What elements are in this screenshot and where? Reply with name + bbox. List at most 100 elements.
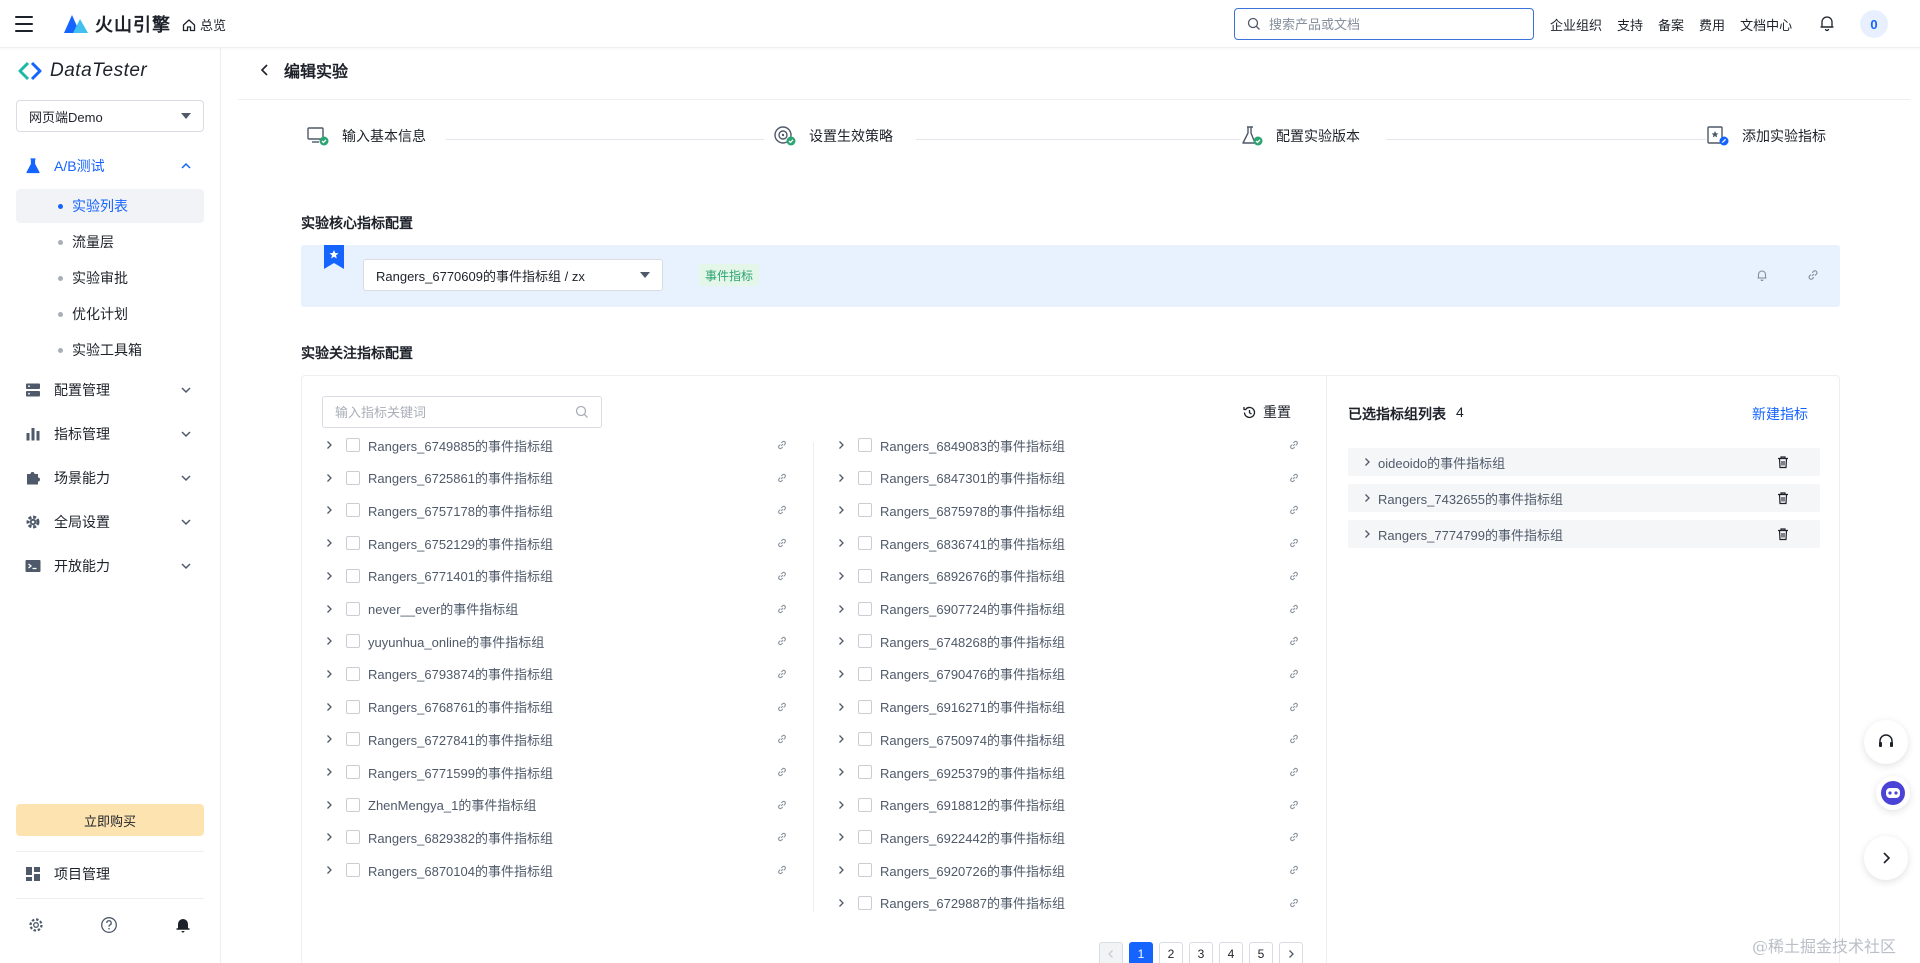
help-icon[interactable]	[100, 916, 118, 934]
chevron-right-icon[interactable]	[322, 702, 336, 712]
metric-group-row[interactable]: Rangers_6892676的事件指标组	[834, 565, 1308, 587]
metric-keyword-input[interactable]	[335, 404, 555, 420]
chevron-right-icon[interactable]	[1362, 457, 1372, 467]
brand-logo[interactable]: 火山引擎	[63, 11, 171, 37]
metric-group-checkbox[interactable]	[858, 699, 872, 714]
metric-group-checkbox[interactable]	[346, 666, 360, 681]
chevron-right-icon[interactable]	[834, 767, 848, 777]
chevron-right-icon[interactable]	[322, 538, 336, 548]
metric-group-checkbox[interactable]	[858, 634, 872, 649]
link-icon[interactable]	[776, 831, 788, 843]
page-button-5[interactable]: 5	[1249, 942, 1273, 963]
back-arrow-icon[interactable]	[258, 63, 272, 77]
selected-item[interactable]: Rangers_7774799的事件指标组	[1348, 520, 1820, 548]
customer-service-button[interactable]	[1864, 720, 1908, 764]
page-button-1[interactable]: 1	[1129, 942, 1153, 963]
bell-icon[interactable]	[174, 916, 192, 934]
chevron-right-icon[interactable]	[834, 636, 848, 646]
reset-button[interactable]: 重置	[1242, 402, 1291, 422]
metric-group-row[interactable]: Rangers_6918812的事件指标组	[834, 794, 1308, 816]
link-icon[interactable]	[1806, 268, 1820, 282]
link-icon[interactable]	[1288, 864, 1300, 876]
chevron-right-icon[interactable]	[322, 505, 336, 515]
metric-group-checkbox[interactable]	[346, 634, 360, 649]
sidebar-group-metrics[interactable]: 指标管理	[16, 416, 204, 452]
link-icon[interactable]	[776, 799, 788, 811]
chevron-right-icon[interactable]	[834, 505, 848, 515]
metric-group-checkbox[interactable]	[858, 830, 872, 845]
link-icon[interactable]	[1288, 439, 1300, 451]
prev-page-button[interactable]	[1099, 942, 1123, 963]
trash-icon[interactable]	[1776, 455, 1790, 469]
metric-group-checkbox[interactable]	[858, 797, 872, 812]
metric-group-row[interactable]: Rangers_6771401的事件指标组	[322, 565, 796, 587]
chevron-right-icon[interactable]	[834, 538, 848, 548]
nav-filing[interactable]: 备案	[1658, 15, 1684, 34]
link-icon[interactable]	[1288, 537, 1300, 549]
link-icon[interactable]	[776, 570, 788, 582]
menu-icon[interactable]	[13, 13, 35, 35]
metric-group-checkbox[interactable]	[858, 765, 872, 779]
chevron-right-icon[interactable]	[1362, 493, 1372, 503]
link-icon[interactable]	[776, 504, 788, 516]
metric-group-row[interactable]: Rangers_6727841的事件指标组	[322, 728, 796, 750]
link-icon[interactable]	[776, 864, 788, 876]
link-icon[interactable]	[776, 603, 788, 615]
next-page-button[interactable]	[1279, 942, 1303, 963]
metric-group-row[interactable]: Rangers_6771599的事件指标组	[322, 761, 796, 783]
chevron-right-icon[interactable]	[322, 832, 336, 842]
metric-group-row[interactable]: Rangers_6925379的事件指标组	[834, 761, 1308, 783]
buy-now-button[interactable]: 立即购买	[16, 804, 204, 836]
core-metric-select[interactable]: Rangers_6770609的事件指标组 / zx	[363, 259, 663, 291]
page-button-3[interactable]: 3	[1189, 942, 1213, 963]
sidebar-item-experiment-toolbox[interactable]: 实验工具箱	[16, 333, 204, 367]
project-management-link[interactable]: 项目管理	[24, 864, 110, 884]
metric-group-row[interactable]: Rangers_6829382的事件指标组	[322, 826, 796, 848]
metric-group-checkbox[interactable]	[346, 830, 360, 845]
trash-icon[interactable]	[1776, 491, 1790, 505]
sidebar-group-config[interactable]: 配置管理	[16, 372, 204, 408]
link-icon[interactable]	[1288, 897, 1300, 909]
expand-panel-button[interactable]	[1864, 836, 1908, 880]
chevron-right-icon[interactable]	[834, 669, 848, 679]
metric-group-row[interactable]: Rangers_6790476的事件指标组	[834, 663, 1308, 685]
metric-group-checkbox[interactable]	[346, 699, 360, 714]
link-icon[interactable]	[1288, 603, 1300, 615]
nav-billing[interactable]: 费用	[1699, 15, 1725, 34]
metric-group-checkbox[interactable]	[346, 732, 360, 747]
metric-keyword-search[interactable]	[322, 396, 602, 428]
chevron-right-icon[interactable]	[834, 473, 848, 483]
link-icon[interactable]	[776, 766, 788, 778]
chevron-right-icon[interactable]	[322, 473, 336, 483]
project-select[interactable]: 网页端Demo	[16, 100, 204, 132]
link-icon[interactable]	[1288, 733, 1300, 745]
global-search-input[interactable]	[1269, 16, 1509, 32]
metric-group-checkbox[interactable]	[858, 568, 872, 583]
metric-group-checkbox[interactable]	[346, 797, 360, 812]
metric-group-checkbox[interactable]	[858, 666, 872, 681]
sidebar-group-global-settings[interactable]: 全局设置	[16, 504, 204, 540]
sidebar-item-experiment-list[interactable]: 实验列表	[16, 189, 204, 223]
chevron-right-icon[interactable]	[322, 734, 336, 744]
chevron-right-icon[interactable]	[322, 571, 336, 581]
step-basic-info[interactable]: 输入基本信息	[306, 124, 436, 148]
metric-group-checkbox[interactable]	[346, 536, 360, 551]
overview-link[interactable]: 总览	[182, 15, 226, 34]
metric-group-checkbox[interactable]	[346, 765, 360, 779]
link-icon[interactable]	[1288, 701, 1300, 713]
datatester-logo[interactable]: DataTester	[18, 60, 147, 82]
chevron-right-icon[interactable]	[1362, 529, 1372, 539]
nav-docs[interactable]: 文档中心	[1740, 15, 1792, 34]
chevron-right-icon[interactable]	[834, 604, 848, 614]
link-icon[interactable]	[1288, 504, 1300, 516]
global-search[interactable]	[1234, 8, 1534, 40]
sidebar-item-experiment-approval[interactable]: 实验审批	[16, 261, 204, 295]
metric-group-checkbox[interactable]	[858, 470, 872, 485]
chevron-right-icon[interactable]	[834, 440, 848, 450]
chevron-right-icon[interactable]	[834, 571, 848, 581]
chevron-right-icon[interactable]	[834, 865, 848, 875]
notification-bell-icon[interactable]	[1818, 14, 1836, 32]
metric-group-row[interactable]: Rangers_6750974的事件指标组	[834, 728, 1308, 750]
nav-support[interactable]: 支持	[1617, 15, 1643, 34]
metric-group-row[interactable]: yuyunhua_online的事件指标组	[322, 630, 796, 652]
